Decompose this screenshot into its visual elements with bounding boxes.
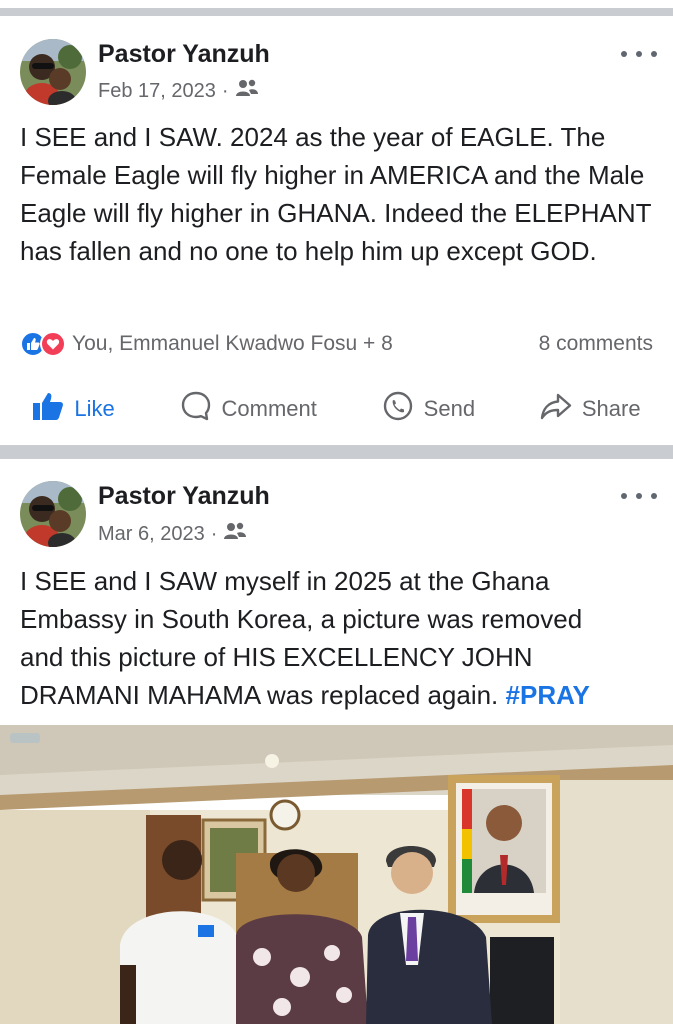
love-reaction-icon	[40, 331, 66, 357]
send-button[interactable]: Send	[382, 390, 475, 428]
messenger-send-icon	[382, 390, 414, 428]
like-label: Like	[74, 396, 115, 421]
share-button[interactable]: Share	[540, 390, 641, 428]
reactions-row: You, Emmanuel Kwadwo Fosu + 8 8 comments	[20, 328, 653, 360]
post-date[interactable]: Mar 6, 2023	[98, 523, 205, 546]
more-options-icon[interactable]	[621, 486, 657, 506]
post-author[interactable]: Pastor Yanzuh	[98, 40, 270, 69]
post-text-line: I SEE and I SAW myself in 2025 at the Gh…	[20, 566, 550, 596]
post-text-line: DRAMANI MAHAMA was replaced again. #PRAY	[20, 676, 660, 714]
reactions-summary[interactable]: You, Emmanuel Kwadwo Fosu + 8	[20, 331, 393, 357]
friends-icon	[223, 521, 247, 547]
post-text-line-end: DRAMANI MAHAMA was replaced again.	[20, 680, 499, 710]
comment-icon	[180, 390, 212, 428]
post-meta: Feb 17, 2023 ·	[98, 78, 259, 104]
friends-icon	[235, 78, 259, 104]
post-author[interactable]: Pastor Yanzuh	[98, 482, 270, 511]
reactions-names: You, Emmanuel Kwadwo Fosu + 8	[72, 332, 393, 355]
post-text: I SEE and I SAW myself in 2025 at the Gh…	[20, 562, 660, 714]
post-text-line: and this picture of HIS EXCELLENCY JOHN	[20, 642, 533, 672]
avatar[interactable]	[20, 481, 86, 547]
like-button[interactable]: Like	[32, 391, 115, 427]
thumbs-up-icon	[32, 391, 64, 427]
reaction-icons	[20, 331, 66, 357]
feed-divider	[0, 8, 673, 16]
more-options-icon[interactable]	[621, 44, 657, 64]
post-actions: Like Comment Send Share	[0, 388, 673, 430]
post-text-line: Embassy in South Korea, a picture was re…	[20, 604, 583, 634]
share-arrow-icon	[540, 390, 572, 428]
feed-divider	[0, 445, 673, 459]
hashtag-link[interactable]: #PRAY	[506, 680, 590, 710]
send-label: Send	[423, 396, 476, 421]
comment-button[interactable]: Comment	[180, 390, 317, 428]
meta-separator: ·	[221, 79, 229, 102]
post-text: I SEE and I SAW. 2024 as the year of EAG…	[20, 122, 652, 266]
comment-label: Comment	[221, 396, 317, 421]
share-label: Share	[581, 396, 641, 421]
post-date[interactable]: Feb 17, 2023	[98, 80, 216, 103]
post-photo[interactable]	[0, 725, 673, 1024]
meta-separator: ·	[210, 522, 218, 545]
avatar[interactable]	[20, 39, 86, 105]
comments-count[interactable]: 8 comments	[539, 332, 653, 356]
post-meta: Mar 6, 2023 ·	[98, 521, 247, 547]
